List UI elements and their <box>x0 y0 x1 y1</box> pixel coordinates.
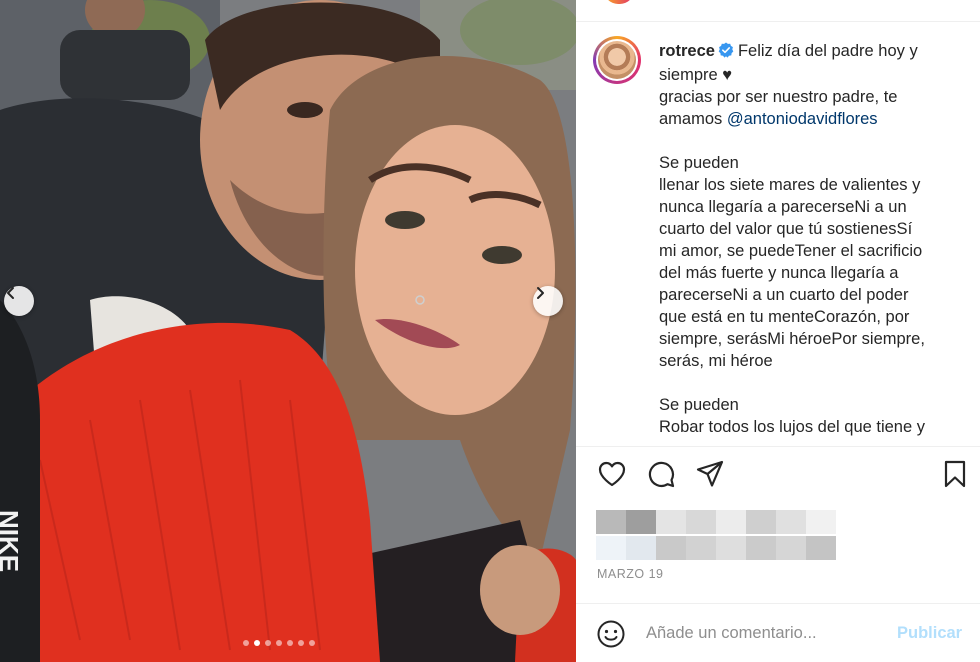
post-side-panel: rotrece Feliz día del padre hoy y siempre… <box>576 0 980 662</box>
carousel-dot <box>287 640 293 646</box>
svg-text:NIKE: NIKE <box>0 510 24 572</box>
chevron-left-icon <box>7 287 14 299</box>
caption-line: mi amor, se puedeTener el sacrificio <box>659 242 923 260</box>
caption-line: llenar los siete mares de valientes y <box>659 176 921 194</box>
carousel-dot <box>309 640 315 646</box>
carousel-dot <box>298 640 304 646</box>
verified-badge-icon <box>718 42 734 64</box>
caption-line: del más fuerte y nunca llegaría a <box>659 264 899 282</box>
heart-icon <box>598 461 626 487</box>
share-button[interactable] <box>694 458 726 490</box>
divider <box>576 446 980 447</box>
emoji-picker-button[interactable] <box>596 619 626 649</box>
avatar-image <box>598 41 636 79</box>
carousel-dot <box>276 640 282 646</box>
carousel-next-button[interactable] <box>533 286 563 316</box>
caption-line: siempre, serásMi héroePor siempre, <box>659 330 925 348</box>
carousel-indicator <box>243 640 315 646</box>
comment-bar: Publicar <box>576 605 980 662</box>
publish-button[interactable]: Publicar <box>897 624 962 643</box>
carousel-dot <box>243 640 249 646</box>
mention-link[interactable]: @antoniodavidflores <box>727 110 878 128</box>
paper-plane-icon <box>696 460 724 487</box>
comment-bubble-icon <box>648 461 675 488</box>
caption-line: nunca llegaría a parecerseNi a un <box>659 198 907 216</box>
like-button[interactable] <box>596 458 628 490</box>
author-username[interactable]: rotrece <box>659 42 715 60</box>
smiley-icon <box>597 620 625 648</box>
caption-line: cuarto del valor que tú sostienesSí <box>659 220 913 238</box>
caption-line: que está en tu menteCorazón, por <box>659 308 910 326</box>
comment-button[interactable] <box>645 458 677 490</box>
post-photo: NIKE <box>0 0 576 662</box>
author-avatar[interactable] <box>593 36 641 84</box>
post-caption: rotrece Feliz día del padre hoy y siempre… <box>659 40 959 438</box>
caption-line: Se pueden <box>659 154 739 172</box>
carousel-prev-button[interactable] <box>4 286 34 316</box>
divider <box>576 603 980 604</box>
caption-line: serás, mi héroe <box>659 352 773 370</box>
carousel-dot <box>265 640 271 646</box>
caption-line: Robar todos los lujos del que tiene y <box>659 418 925 436</box>
photo-illustration: NIKE <box>0 0 576 662</box>
likes-count-blurred <box>596 510 836 560</box>
post-header-strip <box>576 0 980 22</box>
header-avatar[interactable] <box>604 0 634 4</box>
caption-line: parecerseNi a un cuarto del poder <box>659 286 909 304</box>
caption-line: siempre <box>659 66 718 84</box>
post-date[interactable]: MARZO 19 <box>597 567 664 581</box>
post-actions <box>576 458 980 498</box>
caption-line: gracias por ser nuestro padre, te <box>659 88 898 106</box>
bookmark-icon <box>944 460 966 488</box>
caption-scroll-area[interactable]: rotrece Feliz día del padre hoy y siempre… <box>576 22 980 446</box>
save-button[interactable] <box>939 458 971 490</box>
chevron-right-icon <box>537 287 544 299</box>
comment-input[interactable] <box>646 621 886 645</box>
caption-line: Se pueden <box>659 396 739 414</box>
heart-emoji: ♥ <box>722 66 733 84</box>
caption-line: Feliz día del padre hoy y <box>737 42 918 60</box>
caption-line: amamos <box>659 110 723 128</box>
carousel-dot <box>254 640 260 646</box>
